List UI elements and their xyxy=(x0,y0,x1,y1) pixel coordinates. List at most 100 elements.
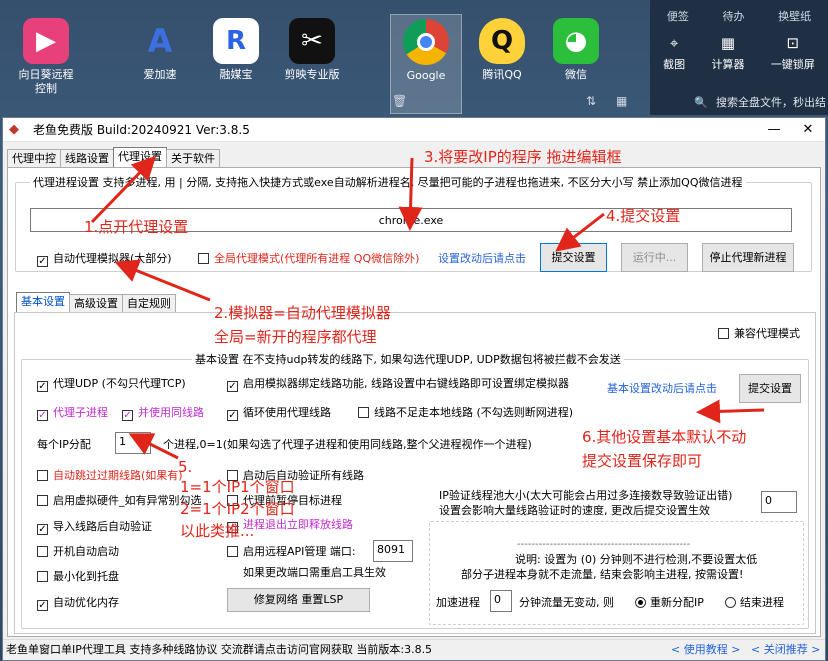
todo-link[interactable]: 待办 xyxy=(722,8,744,24)
desktop-icon-label: 融媒宝 xyxy=(219,68,253,81)
autostart-check[interactable] xyxy=(37,546,48,557)
proxy-udp-check[interactable] xyxy=(37,381,48,392)
cycle-route-check[interactable] xyxy=(227,410,238,421)
chrome-icon xyxy=(403,19,449,65)
proxy-child-checkbox[interactable]: 代理子进程 xyxy=(37,406,108,421)
annotation-5: 5. xyxy=(178,458,193,476)
annotation-2b: 全局=新开的程序都代理 xyxy=(214,328,377,346)
import-verify-check[interactable] xyxy=(37,524,48,535)
remote-api-label: 启用远程API管理 端口: xyxy=(243,545,356,558)
desktop-icon-qq[interactable]: Q 腾讯QQ xyxy=(466,18,538,82)
proxy-udp-checkbox[interactable]: 代理UDP (不勾只代理TCP) xyxy=(37,377,186,392)
restart-hint: 设置改动后请点击 xyxy=(438,252,526,265)
desktop-icon-aijiasu[interactable]: A 爱加速 xyxy=(124,18,196,82)
realloc-ip-radio-dot[interactable] xyxy=(635,597,646,608)
auto-opt-mem-check[interactable] xyxy=(37,600,48,611)
screenshot-tool[interactable]: ⌖ 截图 xyxy=(663,34,685,72)
proxy-child-check[interactable] xyxy=(37,410,48,421)
notes-link[interactable]: 便签 xyxy=(667,8,689,24)
wallpaper-link[interactable]: 换壁纸 xyxy=(778,8,811,24)
tab-about[interactable]: 关于软件 xyxy=(166,149,220,167)
cycle-route-label: 循环使用代理线路 xyxy=(243,406,331,419)
compat-mode-check[interactable] xyxy=(718,328,729,339)
pool-size-input[interactable]: 0 xyxy=(761,491,797,513)
per-ip-input[interactable]: 1 xyxy=(115,432,151,454)
realloc-ip-radio[interactable]: 重新分配IP xyxy=(635,596,704,610)
auto-proxy-checkbox[interactable]: 自动代理模拟器(大部分) xyxy=(37,252,172,267)
remote-api-checkbox[interactable]: 启用远程API管理 端口: xyxy=(227,545,356,559)
desktop-icon-capcut[interactable]: ✂ 剪映专业版 xyxy=(276,18,348,82)
trash-icon[interactable]: 🗑 xyxy=(392,94,407,108)
accel-suffix: 分钟流量无变动, 则 xyxy=(519,596,614,609)
note-line-2: 部分子进程本身就不走流量, 结束会影响主进程, 按需设置! xyxy=(461,568,744,581)
api-port-input[interactable]: 8091 xyxy=(373,540,413,562)
autostart-checkbox[interactable]: 开机自动启动 xyxy=(37,545,119,559)
same-route-checkbox[interactable]: 并使用同线路 xyxy=(122,406,204,421)
title-bar[interactable]: ◆ 老鱼免费版 Build:20240921 Ver:3.8.5 — ✕ xyxy=(3,118,825,142)
sort-icon[interactable]: ⇅ xyxy=(586,94,596,108)
close-button[interactable]: ✕ xyxy=(791,122,825,137)
end-process-radio[interactable]: 结束进程 xyxy=(725,596,784,610)
bind-route-label: 启用模拟器绑定线路功能, 线路设置中右键线路即可设置绑定模拟器 xyxy=(243,377,569,390)
tab-advanced-settings[interactable]: 高级设置 xyxy=(69,294,123,312)
virtual-hw-check[interactable] xyxy=(37,495,48,506)
no-local-route-check[interactable] xyxy=(358,407,369,418)
sub-tabs: 基本设置 高级设置 自定规则 xyxy=(16,292,176,312)
auto-skip-check[interactable] xyxy=(37,470,48,481)
bind-route-check[interactable] xyxy=(227,381,238,392)
stop-proxy-button[interactable]: 停止代理新进程 xyxy=(702,243,794,272)
no-local-route-checkbox[interactable]: 线路不足走本地线路 (不勾选则断网进程) xyxy=(358,406,573,420)
global-mode-checkbox[interactable]: 全局代理模式(代理所有进程 QQ微信除外) xyxy=(198,252,419,266)
tab-route-settings[interactable]: 线路设置 xyxy=(60,149,114,167)
screenshot-icon: ⌖ xyxy=(669,34,679,52)
desktop-icon-wechat[interactable]: ◕ 微信 xyxy=(540,18,612,82)
desktop-icon-sunflower[interactable]: ▶ 向日葵远程 控制 xyxy=(10,18,82,96)
annotation-5c: 以此类推... xyxy=(180,522,255,540)
annotation-2a: 2.模拟器=自动代理模拟器 xyxy=(214,304,391,322)
submit-settings-button[interactable]: 提交设置 xyxy=(540,243,607,272)
tab-proxy-control[interactable]: 代理中控 xyxy=(7,149,61,167)
same-route-check[interactable] xyxy=(122,410,133,421)
tab-custom-rules[interactable]: 自定规则 xyxy=(122,294,176,312)
window-title: 老鱼免费版 Build:20240921 Ver:3.8.5 xyxy=(33,123,250,137)
auto-opt-mem-checkbox[interactable]: 自动优化内存 xyxy=(37,596,119,611)
bind-route-checkbox[interactable]: 启用模拟器绑定线路功能, 线路设置中右键线路即可设置绑定模拟器 xyxy=(227,377,569,392)
desktop-icon-rongmeibao[interactable]: R 融媒宝 xyxy=(200,18,272,82)
global-mode-check[interactable] xyxy=(198,253,209,264)
accel-prefix: 加速进程 xyxy=(436,596,480,609)
lock-screen-tool[interactable]: ⊡ 一键锁屏 xyxy=(771,34,815,72)
app-window: ◆ 老鱼免费版 Build:20240921 Ver:3.8.5 — ✕ 代理中… xyxy=(2,117,826,661)
calculator-tool[interactable]: ▦ 计算器 xyxy=(711,34,744,72)
annotation-3: 3.将要改IP的程序 拖进编辑框 xyxy=(424,148,622,166)
port-hint: 如果更改端口需重启工具生效 xyxy=(243,566,386,579)
auto-skip-checkbox[interactable]: 自动跳过过期线路(如果有) xyxy=(37,469,183,483)
virtual-hw-checkbox[interactable]: 启用虚拟硬件_如有异常别勾选 xyxy=(37,494,202,508)
end-process-radio-dot[interactable] xyxy=(725,597,736,608)
cycle-route-checkbox[interactable]: 循环使用代理线路 xyxy=(227,406,331,421)
import-verify-checkbox[interactable]: 导入线路后自动验证 xyxy=(37,520,152,535)
minimize-tray-check[interactable] xyxy=(37,571,48,582)
tutorial-link[interactable]: < 使用教程 > xyxy=(671,640,740,660)
grid-view-icon[interactable]: ▦ xyxy=(616,94,627,108)
auto-proxy-check[interactable] xyxy=(37,256,48,267)
app-fish-icon: ◆ xyxy=(9,121,19,137)
minimize-tray-checkbox[interactable]: 最小化到托盘 xyxy=(37,570,119,584)
realloc-ip-label: 重新分配IP xyxy=(650,596,704,609)
tab-basic-settings[interactable]: 基本设置 xyxy=(16,292,70,312)
end-process-label: 结束进程 xyxy=(740,596,784,609)
running-button[interactable]: 运行中... xyxy=(621,243,688,272)
desktop-icon-label: Google xyxy=(406,69,446,82)
close-recommend-link[interactable]: < 关闭推荐 > xyxy=(751,640,820,660)
accel-minutes-input[interactable]: 0 xyxy=(490,590,512,612)
tab-proxy-settings[interactable]: 代理设置 xyxy=(113,147,167,167)
repair-network-button[interactable]: 修复网络 重置LSP xyxy=(227,588,370,612)
minimize-button[interactable]: — xyxy=(757,122,791,137)
compat-mode-checkbox[interactable]: 兼容代理模式 xyxy=(718,327,800,341)
basic-submit-button[interactable]: 提交设置 xyxy=(739,374,801,403)
desktop-search-input[interactable]: 搜索全盘文件，秒出结 xyxy=(716,94,828,110)
proxy-child-label: 代理子进程 xyxy=(53,406,108,419)
import-verify-label: 导入线路后自动验证 xyxy=(53,520,152,533)
desktop-fence-toolbar: 🗑 ⇅ ▦ xyxy=(380,94,650,114)
remote-api-check[interactable] xyxy=(227,546,238,557)
minimize-tray-label: 最小化到托盘 xyxy=(53,570,119,583)
